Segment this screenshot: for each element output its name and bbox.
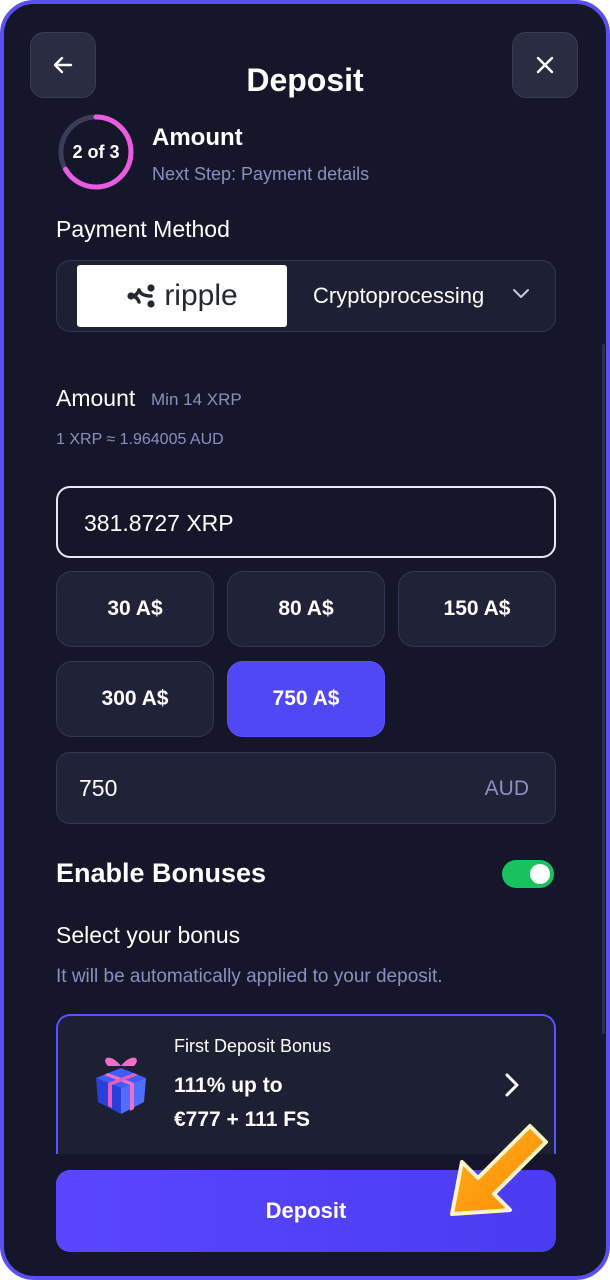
step-title: Amount (152, 124, 243, 151)
select-bonus-subtitle: It will be automatically applied to your… (56, 966, 443, 987)
close-icon (536, 56, 554, 74)
bonus-toggle[interactable] (502, 860, 554, 888)
ripple-logo: ripple (77, 265, 287, 327)
step-next-label: Next Step: Payment details (152, 164, 370, 184)
enable-bonuses-label: Enable Bonuses (56, 858, 267, 888)
payment-method-label: Payment Method (56, 216, 230, 242)
chevron-right-icon (505, 1073, 519, 1097)
preset-150[interactable]: 150 A$ (398, 571, 556, 647)
fiat-amount-value: 750 (79, 775, 118, 801)
bonus-name: First Deposit Bonus (174, 1036, 332, 1056)
preset-80[interactable]: 80 A$ (227, 571, 385, 647)
preset-750[interactable]: 750 A$ (227, 661, 385, 737)
payment-method-name: Cryptoprocessing (313, 283, 485, 308)
exchange-rate: 1 XRP ≈ 1.964005 AUD (56, 431, 224, 448)
gift-icon (96, 1057, 146, 1114)
close-button[interactable] (512, 32, 578, 98)
select-bonus-title: Select your bonus (56, 922, 241, 948)
bonus-offer-line2: €777 + 111 FS (174, 1108, 311, 1131)
bonus-offer-line1: 111% up to (174, 1074, 283, 1097)
ripple-logo-text: ripple (164, 279, 238, 312)
scrollbar[interactable] (602, 344, 605, 1034)
payment-method-select[interactable]: ripple Cryptoprocessing (56, 260, 556, 332)
amount-input[interactable]: 381.8727 XRP (56, 486, 556, 558)
step-counter: 2 of 3 (72, 141, 120, 162)
preset-30[interactable]: 30 A$ (56, 571, 214, 647)
amount-label: Amount (56, 385, 136, 411)
chevron-down-icon (513, 289, 529, 298)
amount-min: Min 14 XRP (151, 390, 242, 409)
toggle-knob (530, 864, 550, 884)
fiat-amount-input[interactable]: 750 AUD (56, 752, 556, 824)
deposit-modal: Deposit 2 of 3 Amount Next Step: Payment… (0, 0, 610, 1280)
fiat-currency: AUD (484, 777, 529, 800)
preset-300[interactable]: 300 A$ (56, 661, 214, 737)
ripple-logo-icon (127, 284, 155, 308)
pointer-arrow-icon (450, 1124, 548, 1216)
